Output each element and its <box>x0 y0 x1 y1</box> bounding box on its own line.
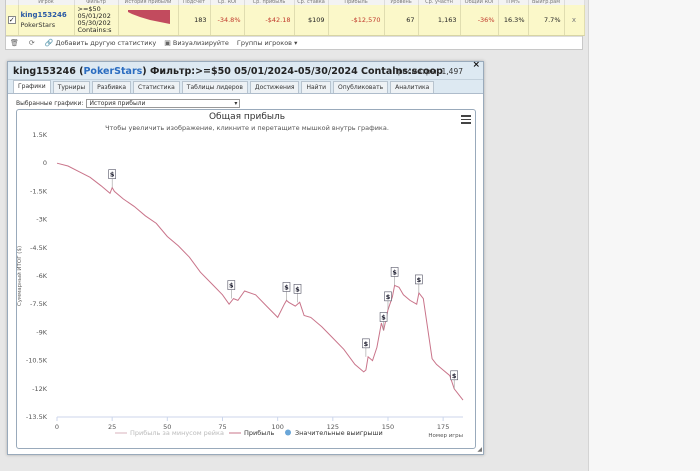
dialog-title: king153246 (PokerStars) Фильтр:>=$50 05/… <box>13 66 443 77</box>
win-marker-label: $ <box>229 282 234 290</box>
chart-container[interactable]: Общая прибыль Чтобы увеличить изображени… <box>16 109 476 449</box>
stats-grid: Игрок Фильтр История прибыли Подсчет Ср.… <box>6 0 585 36</box>
player-name-link[interactable]: king153246 <box>19 11 74 19</box>
count-cell: 183 <box>178 5 211 36</box>
y-tick-label: -6K <box>36 272 47 280</box>
stats-toolbar: 🗑 ⟳ 🔗 Добавить другую статистику ▣ Визуали… <box>6 35 582 50</box>
x-tick-label: 150 <box>382 423 394 431</box>
chart-selector[interactable]: История прибыли <box>86 99 241 108</box>
dialog-header[interactable]: king153246 (PokerStars) Фильтр:>=$50 05/… <box>8 60 483 80</box>
col-header[interactable]: Ср. ставка <box>294 0 329 5</box>
avg-stake-cell: $109 <box>294 5 329 36</box>
win-marker-label: $ <box>364 340 369 348</box>
avg-profit-cell: -$42.18 <box>244 5 295 36</box>
visualize-button[interactable]: ▣ Визуализируйте <box>164 39 229 47</box>
y-tick-label: -7.5K <box>30 300 48 308</box>
y-tick-label: -4.5K <box>30 244 48 252</box>
table-row: ✓ king153246 PokerStars >=$50 05/01/202 … <box>6 5 585 36</box>
win-marker-label: $ <box>110 171 115 179</box>
win-marker-label: $ <box>386 293 391 301</box>
player-groups-dropdown[interactable]: Группы игроков ▾ <box>237 39 297 47</box>
win-marker-label: $ <box>392 268 397 276</box>
profit-sparkline-cell[interactable] <box>118 5 179 36</box>
image-icon: ▣ <box>164 39 171 47</box>
itm-cell: 16.3% <box>498 5 529 36</box>
refresh-icon[interactable]: ⟳ <box>29 39 35 47</box>
x-axis-title: Номер игры <box>428 433 463 439</box>
chart-selector-label: Выбранные графики: <box>16 100 84 107</box>
win-marker-label: $ <box>284 283 289 291</box>
y-axis-title: Суммарный ИТОГ ($) <box>17 246 23 306</box>
y-tick-label: -3K <box>36 216 47 224</box>
y-tick-label: -1.5K <box>30 187 48 195</box>
tab-analytics[interactable]: Аналитика <box>390 81 435 93</box>
win-marker-label: $ <box>381 314 386 322</box>
win-marker-label: $ <box>452 372 457 380</box>
col-header[interactable]: Общий ROI <box>460 0 499 5</box>
player-room: PokerStars <box>20 20 56 29</box>
y-tick-label: 1.5K <box>32 131 47 139</box>
profit-chart: 1.5K 0 -1.5K -3K -4.5K -6K -7.5K -9K -10.5K -12K -… <box>17 131 464 439</box>
room-link[interactable]: PokerStars <box>83 66 142 77</box>
tab-tournaments[interactable]: Турниры <box>52 81 91 93</box>
profit-sparkline <box>128 9 170 24</box>
total-roi-cell: -36% <box>460 5 499 36</box>
legend-profit-label: Прибыль <box>244 429 275 437</box>
x-tick-label: 175 <box>437 423 449 431</box>
tab-publish[interactable]: Опубликовать <box>332 81 389 93</box>
win-rate-cell: 7.7% <box>528 5 565 36</box>
y-tick-label: -13.5K <box>26 413 48 421</box>
x-tick-label: 0 <box>55 423 59 431</box>
trash-icon[interactable]: 🗑 <box>10 39 19 47</box>
legend-rake-label: Прибыль за минусом рейка <box>130 429 224 437</box>
profit-cell: -$12,570 <box>328 5 385 36</box>
tab-statistics[interactable]: Статистика <box>133 81 180 93</box>
resize-grip-icon[interactable]: ◢ <box>477 446 482 453</box>
legend-wins-swatch <box>285 429 291 436</box>
player-chart-dialog: king153246 (PokerStars) Фильтр:>=$50 05/… <box>7 60 484 455</box>
tab-achievements[interactable]: Достижения <box>249 81 300 93</box>
profit-series-line <box>56 162 464 401</box>
stats-table: Игрок Фильтр История прибыли Подсчет Ср.… <box>5 0 585 50</box>
add-stat-button[interactable]: 🔗 Добавить другую статистику <box>45 39 156 47</box>
y-tick-label: -12K <box>32 385 48 393</box>
tab-breakdown[interactable]: Разбивка <box>92 81 132 93</box>
close-icon[interactable]: × <box>472 60 480 70</box>
tab-find[interactable]: Найти <box>301 81 331 93</box>
legend-wins-label: Значительные выигрыши <box>295 429 383 437</box>
filter-cell: >=$50 05/01/202 05/30/202 Contains:s <box>74 5 119 36</box>
y-tick-label: -9K <box>36 328 47 336</box>
win-marker-label: $ <box>417 276 422 284</box>
col-header[interactable]: Выигр.рам <box>528 0 565 5</box>
link-icon: 🔗 <box>44 39 54 47</box>
right-panel <box>588 0 700 471</box>
avg-roi-cell: -34.8% <box>210 5 245 36</box>
level-cell: 67 <box>384 5 419 36</box>
chart-selector-row: Выбранные графики: История прибыли <box>16 99 241 108</box>
tab-charts[interactable]: Графики <box>13 80 51 93</box>
avg-entrants-cell: 1,163 <box>418 5 461 36</box>
views-count: Просмотры: 1,497 <box>392 67 463 76</box>
row-remove-icon[interactable]: x <box>572 16 576 24</box>
tab-leaderboards[interactable]: Таблицы лидеров <box>181 81 248 93</box>
win-marker-label: $ <box>295 285 300 293</box>
dialog-tabs: Графики Турниры Разбивка Статистика Табл… <box>8 80 483 94</box>
y-tick-label: 0 <box>43 159 47 167</box>
x-tick-label: 25 <box>108 423 116 431</box>
row-checkbox[interactable]: ✓ <box>7 15 16 24</box>
y-tick-label: -10.5K <box>26 357 48 365</box>
col-header[interactable]: История прибыли <box>118 0 179 5</box>
